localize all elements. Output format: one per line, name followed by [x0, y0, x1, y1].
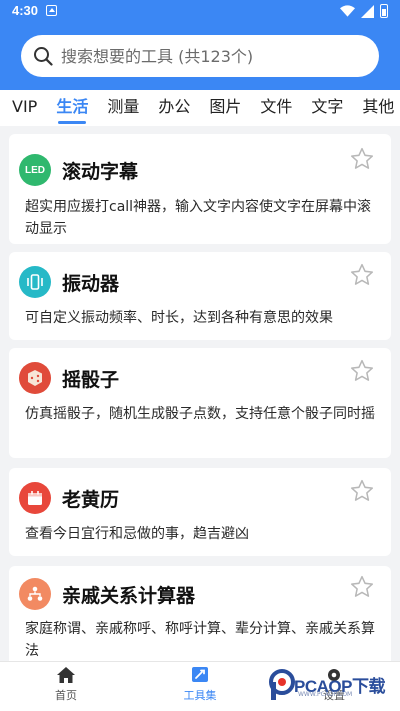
tool-title: 老黄历 [62, 489, 120, 511]
nav-toolkit[interactable]: 工具集 [160, 666, 240, 703]
tool-card[interactable]: 摇骰子 仿真摇骰子，随机生成骰子点数，支持任意个骰子同时摇 [9, 348, 391, 458]
status-time: 4:30 [12, 3, 39, 18]
tool-card[interactable]: 振动器 可自定义振动频率、时长，达到各种有意思的效果 [9, 252, 391, 340]
system-icons [340, 4, 388, 18]
tab-image[interactable]: 图片 [209, 90, 241, 126]
toolkit-icon [192, 667, 208, 682]
calendar-glyph [28, 491, 42, 505]
tool-description: 可自定义振动频率、时长，达到各种有意思的效果 [25, 310, 333, 326]
battery-icon [380, 4, 388, 18]
tab-text[interactable]: 文字 [311, 90, 343, 126]
tool-title: 摇骰子 [62, 369, 120, 391]
tool-card[interactable]: LED 滚动字幕 超实用应援打call神器，输入文字内容使文字在屏幕中滚动显示 [9, 134, 391, 244]
tool-list: LED 滚动字幕 超实用应援打call神器，输入文字内容使文字在屏幕中滚动显示 … [0, 126, 400, 661]
star-icon[interactable] [349, 146, 375, 172]
calendar-icon [19, 482, 51, 514]
notification-icon [46, 5, 57, 16]
nav-home[interactable]: 首页 [26, 666, 106, 703]
watermark: PCAOP下载 WWW.PCAOP.COM [268, 666, 398, 704]
star-icon[interactable] [349, 262, 375, 288]
tool-title: 亲戚关系计算器 [62, 585, 196, 607]
nav-home-label: 首页 [55, 689, 77, 702]
vibration-glyph [27, 274, 43, 290]
category-tabs: VIP 生活 测量 办公 图片 文件 文字 其他 [0, 90, 400, 126]
tab-life[interactable]: 生活 [56, 90, 88, 126]
star-icon[interactable] [349, 358, 375, 384]
watermark-subtext: WWW.PCAOP.COM [298, 691, 353, 698]
tab-office[interactable]: 办公 [158, 90, 190, 126]
tab-vip[interactable]: VIP [12, 90, 37, 126]
app-header: 4:30 [0, 0, 400, 90]
led-icon-text: LED [25, 164, 45, 176]
vibration-icon [19, 266, 51, 298]
tool-card[interactable]: 亲戚关系计算器 家庭称谓、亲戚称呼、称呼计算、辈分计算、亲戚关系算法 [9, 566, 391, 661]
led-icon: LED [19, 154, 51, 186]
family-tree-glyph [27, 586, 43, 601]
tool-description: 超实用应援打call神器，输入文字内容使文字在屏幕中滚动显示 [25, 199, 372, 237]
nav-toolkit-label: 工具集 [183, 689, 217, 702]
tool-description: 家庭称谓、亲戚称呼、称呼计算、辈分计算、亲戚关系算法 [25, 621, 375, 659]
signal-icon [361, 4, 374, 18]
family-tree-icon [19, 578, 51, 610]
star-icon[interactable] [349, 574, 375, 600]
search-bar[interactable] [21, 35, 379, 77]
status-bar: 4:30 [0, 0, 400, 24]
star-icon[interactable] [349, 478, 375, 504]
tool-card[interactable]: 老黄历 查看今日宜行和忌做的事，趋吉避凶 [9, 468, 391, 556]
tool-title: 滚动字幕 [62, 161, 139, 183]
home-icon [57, 667, 75, 683]
tool-description: 查看今日宜行和忌做的事，趋吉避凶 [25, 526, 249, 542]
tool-title: 振动器 [62, 273, 120, 295]
tab-file[interactable]: 文件 [260, 90, 292, 126]
watermark-logo-icon [269, 669, 295, 700]
tool-description: 仿真摇骰子，随机生成骰子点数，支持任意个骰子同时摇 [25, 406, 375, 422]
search-input[interactable] [61, 46, 361, 66]
dice-glyph [28, 370, 42, 386]
tab-other[interactable]: 其他 [362, 90, 394, 126]
wifi-icon [340, 5, 355, 17]
dice-icon [19, 362, 51, 394]
search-icon [34, 47, 53, 66]
tab-measure[interactable]: 测量 [107, 90, 139, 126]
